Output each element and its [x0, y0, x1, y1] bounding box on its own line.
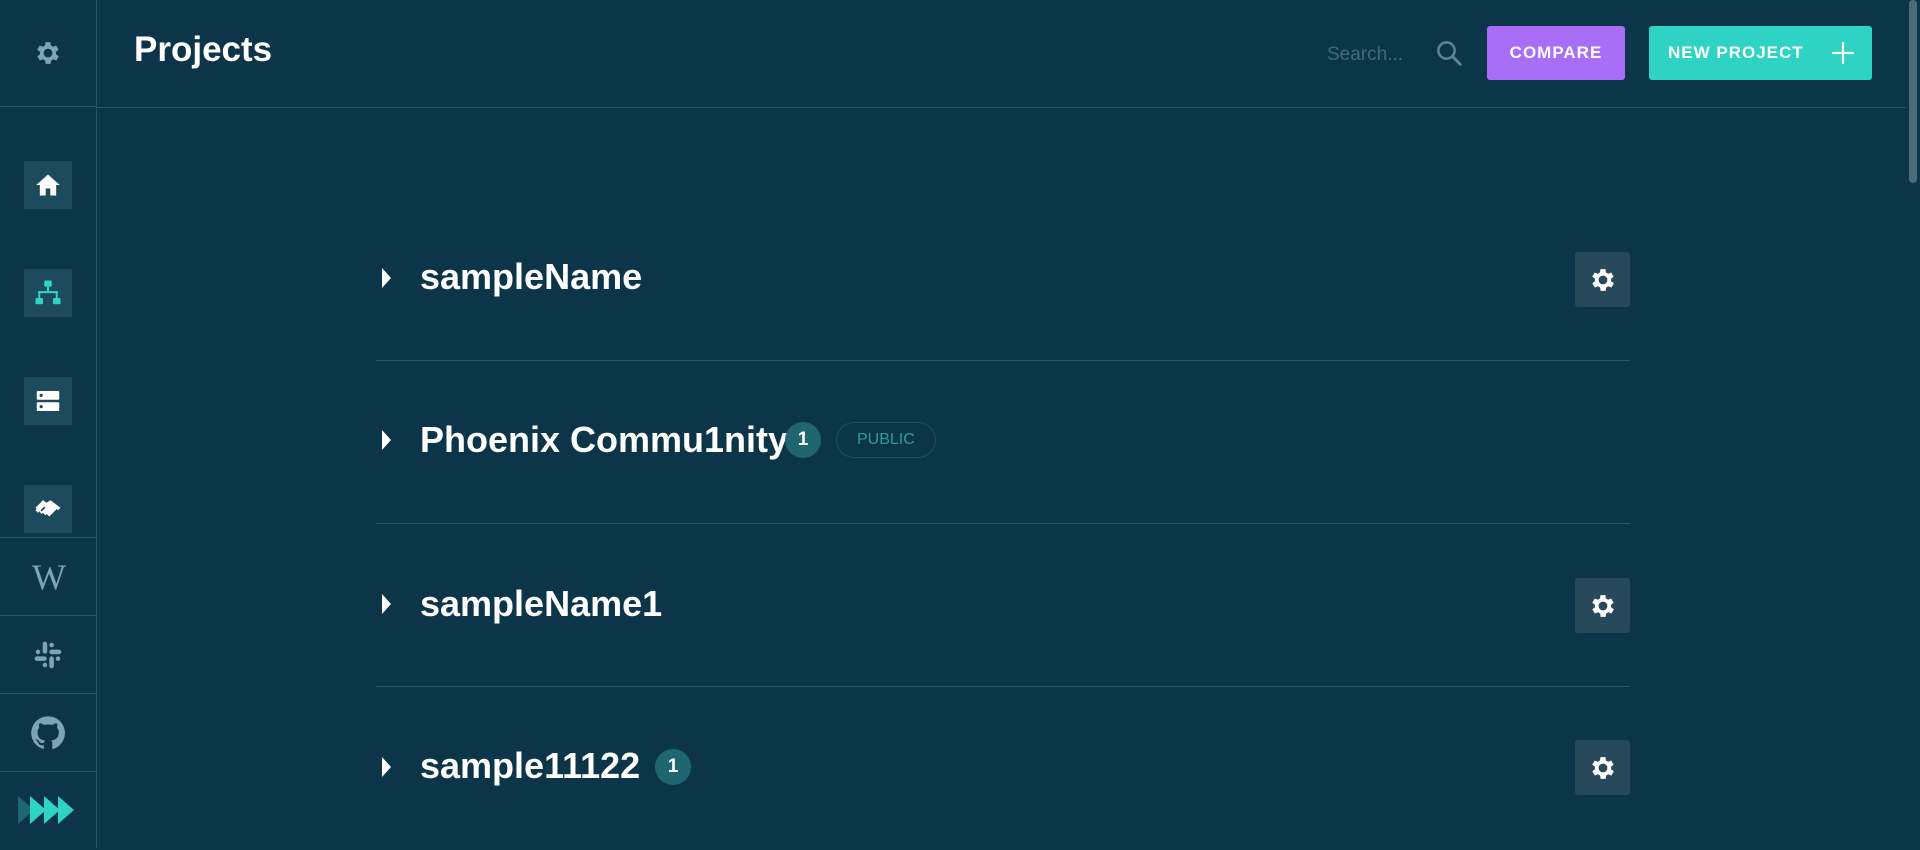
server-icon — [36, 391, 60, 411]
project-row[interactable]: sample11122 1 — [376, 687, 1630, 850]
scrollbar-thumb[interactable] — [1909, 0, 1917, 183]
plus-icon — [1832, 42, 1854, 64]
handshake-icon — [35, 500, 61, 517]
project-name[interactable]: sampleName1 — [420, 583, 662, 625]
triple-chevron-icon — [18, 796, 74, 824]
gear-icon — [1591, 594, 1614, 617]
new-project-button[interactable]: NEW PROJECT — [1649, 26, 1872, 80]
wikipedia-icon: W — [32, 556, 66, 597]
search-input[interactable] — [1325, 40, 1445, 70]
nav-projects[interactable] — [24, 269, 72, 317]
member-count-badge: 1 — [655, 749, 691, 785]
project-name[interactable]: sample11122 — [420, 745, 640, 787]
expand-caret-icon[interactable] — [382, 430, 391, 450]
new-project-label: NEW PROJECT — [1668, 43, 1804, 62]
github-icon — [31, 715, 65, 749]
project-row[interactable]: Phoenix Commu1nity 1 PUBLIC — [376, 361, 1630, 524]
top-header: Projects COMPARE NEW PROJECT — [97, 0, 1920, 108]
nav-servers[interactable] — [24, 377, 72, 425]
expand-sidebar-button[interactable] — [0, 771, 96, 848]
nav-home[interactable] — [24, 161, 72, 209]
vertical-scrollbar[interactable] — [1906, 0, 1920, 848]
search-icon[interactable] — [1434, 38, 1464, 68]
member-count-badge: 1 — [785, 422, 821, 458]
settings-button[interactable] — [0, 0, 96, 107]
nav-partners[interactable] — [24, 485, 72, 533]
gear-icon — [1591, 268, 1614, 291]
page-title: Projects — [134, 30, 273, 69]
project-settings-button[interactable] — [1575, 252, 1630, 307]
visibility-badge: PUBLIC — [836, 422, 936, 458]
sidebar: W — [0, 0, 97, 848]
project-settings-button[interactable] — [1575, 578, 1630, 633]
project-name[interactable]: sampleName — [420, 256, 642, 298]
github-link[interactable] — [0, 693, 96, 771]
slack-link[interactable] — [0, 615, 96, 693]
expand-caret-icon[interactable] — [382, 594, 391, 614]
gear-icon — [37, 42, 59, 64]
sitemap-icon — [35, 280, 61, 305]
wiki-link[interactable]: W — [0, 537, 96, 615]
expand-caret-icon[interactable] — [382, 757, 391, 777]
project-name[interactable]: Phoenix Commu1nity — [420, 419, 788, 461]
slack-icon — [34, 641, 62, 668]
project-row[interactable]: sampleName — [376, 198, 1630, 361]
project-settings-button[interactable] — [1575, 740, 1630, 795]
compare-button[interactable]: COMPARE — [1487, 26, 1625, 80]
project-row[interactable]: sampleName1 — [376, 524, 1630, 687]
expand-caret-icon[interactable] — [382, 268, 391, 288]
home-icon — [36, 174, 60, 196]
gear-icon — [1591, 756, 1614, 779]
